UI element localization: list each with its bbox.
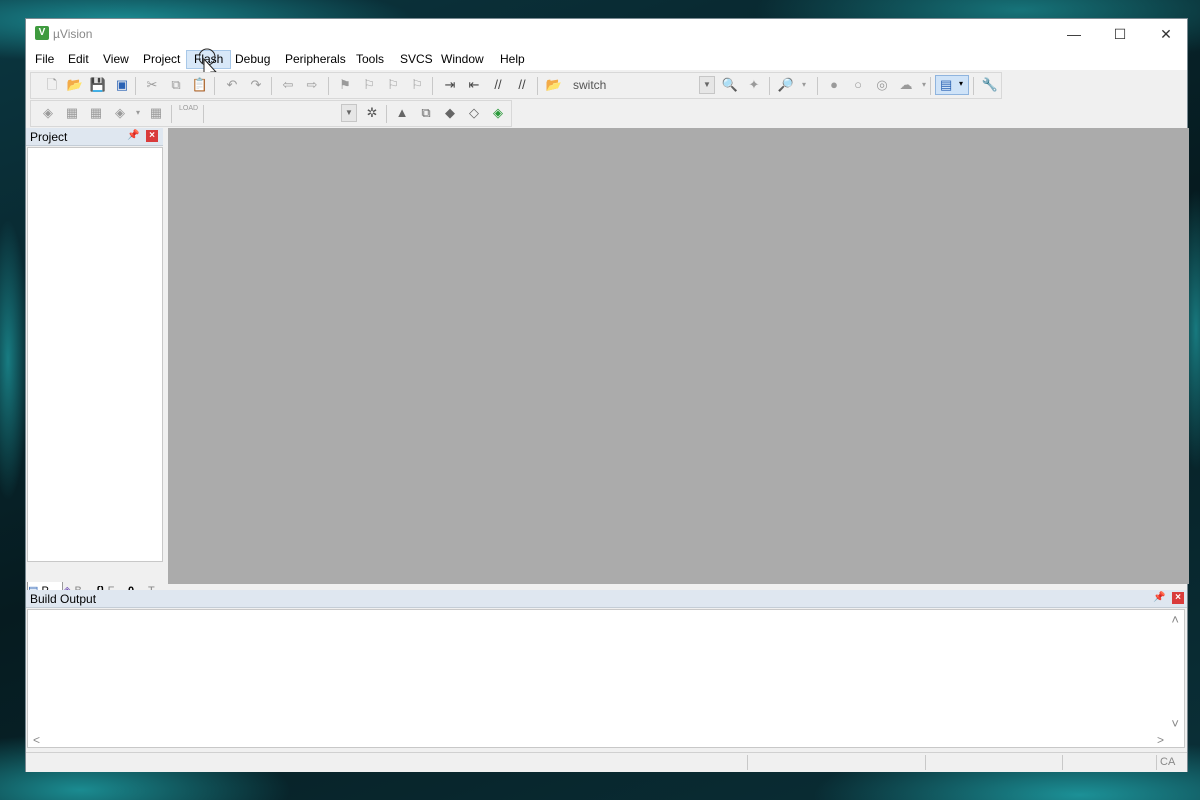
- batch-build-icon[interactable]: ◈: [111, 104, 129, 122]
- manage-components-icon[interactable]: ⧉: [417, 104, 435, 122]
- load-download-icon[interactable]: LOAD: [179, 104, 198, 122]
- enable-breakpoint-icon[interactable]: ○: [849, 76, 867, 94]
- translate-icon[interactable]: ◈: [39, 104, 57, 122]
- build-toolbar: ◈ ▦ ▦ ◈ ▾ ▦ LOAD ▼ ✲ ▲ ⧉ ◆ ◇ ◈: [30, 100, 512, 127]
- save-all-icon[interactable]: ▣: [113, 76, 131, 94]
- project-panel-title: Project: [30, 130, 68, 144]
- chevron-down-icon[interactable]: ▼: [341, 104, 357, 122]
- chevron-down-icon: ▾: [959, 79, 964, 88]
- chevron-down-icon[interactable]: ▾: [129, 104, 147, 122]
- comment-icon[interactable]: //: [489, 76, 507, 94]
- chevron-down-icon[interactable]: ▾: [795, 76, 813, 94]
- scroll-right-icon[interactable]: ˃: [1157, 733, 1164, 747]
- open-file-icon[interactable]: 📂: [66, 76, 84, 94]
- nav-back-icon[interactable]: ⇦: [279, 76, 297, 94]
- target-combo[interactable]: switch ▼: [569, 76, 719, 94]
- configure-icon[interactable]: 🔧: [981, 76, 999, 94]
- breakpoint-icon[interactable]: ●: [825, 76, 843, 94]
- build-output-title: Build Output: [30, 592, 97, 606]
- menu-view[interactable]: View: [96, 51, 136, 68]
- project-panel-header: Project 📌 ×: [26, 128, 163, 146]
- debug-session-icon[interactable]: 🔎: [777, 76, 795, 94]
- scroll-down-icon[interactable]: ˅: [1171, 716, 1179, 731]
- target-options-icon[interactable]: ✲: [363, 104, 381, 122]
- build-target-combo[interactable]: ▼: [207, 104, 357, 122]
- build-output-header: Build Output 📌 ×: [26, 590, 1187, 608]
- project-panel: Project 📌 ×: [26, 128, 163, 584]
- menu-window[interactable]: Window: [434, 51, 491, 68]
- window-layout-button[interactable]: ▤ ▾: [935, 75, 969, 95]
- close-icon[interactable]: ×: [146, 130, 158, 142]
- menu-peripherals[interactable]: Peripherals: [278, 51, 353, 68]
- menu-file[interactable]: File: [28, 51, 61, 68]
- clear-bookmarks-icon[interactable]: ⚐: [408, 76, 426, 94]
- build-icon[interactable]: ▦: [63, 104, 81, 122]
- menu-project[interactable]: Project: [136, 51, 187, 68]
- app-icon: V: [35, 26, 49, 40]
- undo-icon[interactable]: ↶: [223, 76, 241, 94]
- manage-project-icon[interactable]: ▲: [393, 104, 411, 122]
- rebuild-icon[interactable]: ▦: [87, 104, 105, 122]
- uvision-window: V µVision — ☐ ✕ File Edit View Project F…: [25, 18, 1189, 772]
- nav-forward-icon[interactable]: ⇨: [303, 76, 321, 94]
- paste-icon[interactable]: 📋: [191, 76, 209, 94]
- window-title: µVision: [53, 27, 93, 41]
- menu-help[interactable]: Help: [493, 51, 532, 68]
- title-bar: V µVision — ☐ ✕: [26, 19, 1187, 49]
- cut-icon[interactable]: ✂: [143, 76, 161, 94]
- menu-edit[interactable]: Edit: [61, 51, 96, 68]
- new-file-icon[interactable]: 🗋: [43, 76, 61, 94]
- stop-build-icon[interactable]: ▦: [147, 104, 165, 122]
- scroll-up-icon[interactable]: ˄: [1171, 612, 1179, 627]
- close-button[interactable]: ✕: [1143, 19, 1189, 49]
- indent-icon[interactable]: ⇥: [441, 76, 459, 94]
- build-output-text[interactable]: ˄ ˅ ˂ ˃: [27, 609, 1185, 748]
- close-icon[interactable]: ×: [1172, 592, 1184, 604]
- window-layout-icon: ▤: [940, 77, 953, 92]
- redo-icon[interactable]: ↷: [247, 76, 265, 94]
- disable-breakpoints-icon[interactable]: ◎: [873, 76, 891, 94]
- run-time-env-icon[interactable]: ◈: [489, 104, 507, 122]
- next-bookmark-icon[interactable]: ⚐: [384, 76, 402, 94]
- find-in-files-icon[interactable]: 📂: [545, 76, 563, 94]
- build-output-panel: Build Output 📌 × ˄ ˅ ˂ ˃: [26, 590, 1187, 750]
- menu-tools[interactable]: Tools: [349, 51, 391, 68]
- file-toolbar: 🗋 📂 💾 ▣ ✂ ⧉ 📋 ↶ ↷ ⇦ ⇨ ⚑ ⚐ ⚐ ⚐ ⇥ ⇤ // // …: [30, 72, 1002, 99]
- project-tree[interactable]: [27, 147, 163, 562]
- maximize-button[interactable]: ☐: [1097, 19, 1143, 49]
- pack-installer-icon[interactable]: ◇: [465, 104, 483, 122]
- find-all-icon[interactable]: ✦: [745, 76, 763, 94]
- target-combo-value: switch: [573, 78, 607, 92]
- menu-debug[interactable]: Debug: [228, 51, 277, 68]
- pin-icon[interactable]: 📌: [1153, 592, 1165, 604]
- select-packs-icon[interactable]: ◆: [441, 104, 459, 122]
- copy-icon[interactable]: ⧉: [167, 76, 185, 94]
- pin-icon[interactable]: 📌: [127, 130, 139, 142]
- menu-svcs[interactable]: SVCS: [393, 51, 440, 68]
- chevron-down-icon[interactable]: ▼: [699, 76, 715, 94]
- uncomment-icon[interactable]: //: [513, 76, 531, 94]
- save-icon[interactable]: 💾: [89, 76, 107, 94]
- unindent-icon[interactable]: ⇤: [465, 76, 483, 94]
- kill-breakpoints-icon[interactable]: ☁: [897, 76, 915, 94]
- prev-bookmark-icon[interactable]: ⚐: [360, 76, 378, 94]
- scroll-left-icon[interactable]: ˂: [33, 733, 40, 747]
- bookmark-icon[interactable]: ⚑: [336, 76, 354, 94]
- editor-area[interactable]: [168, 128, 1189, 584]
- caps-indicator: CA: [1160, 756, 1176, 768]
- minimize-button[interactable]: —: [1051, 19, 1097, 49]
- incremental-find-icon[interactable]: 🔍: [721, 76, 739, 94]
- status-bar: CA: [26, 752, 1187, 772]
